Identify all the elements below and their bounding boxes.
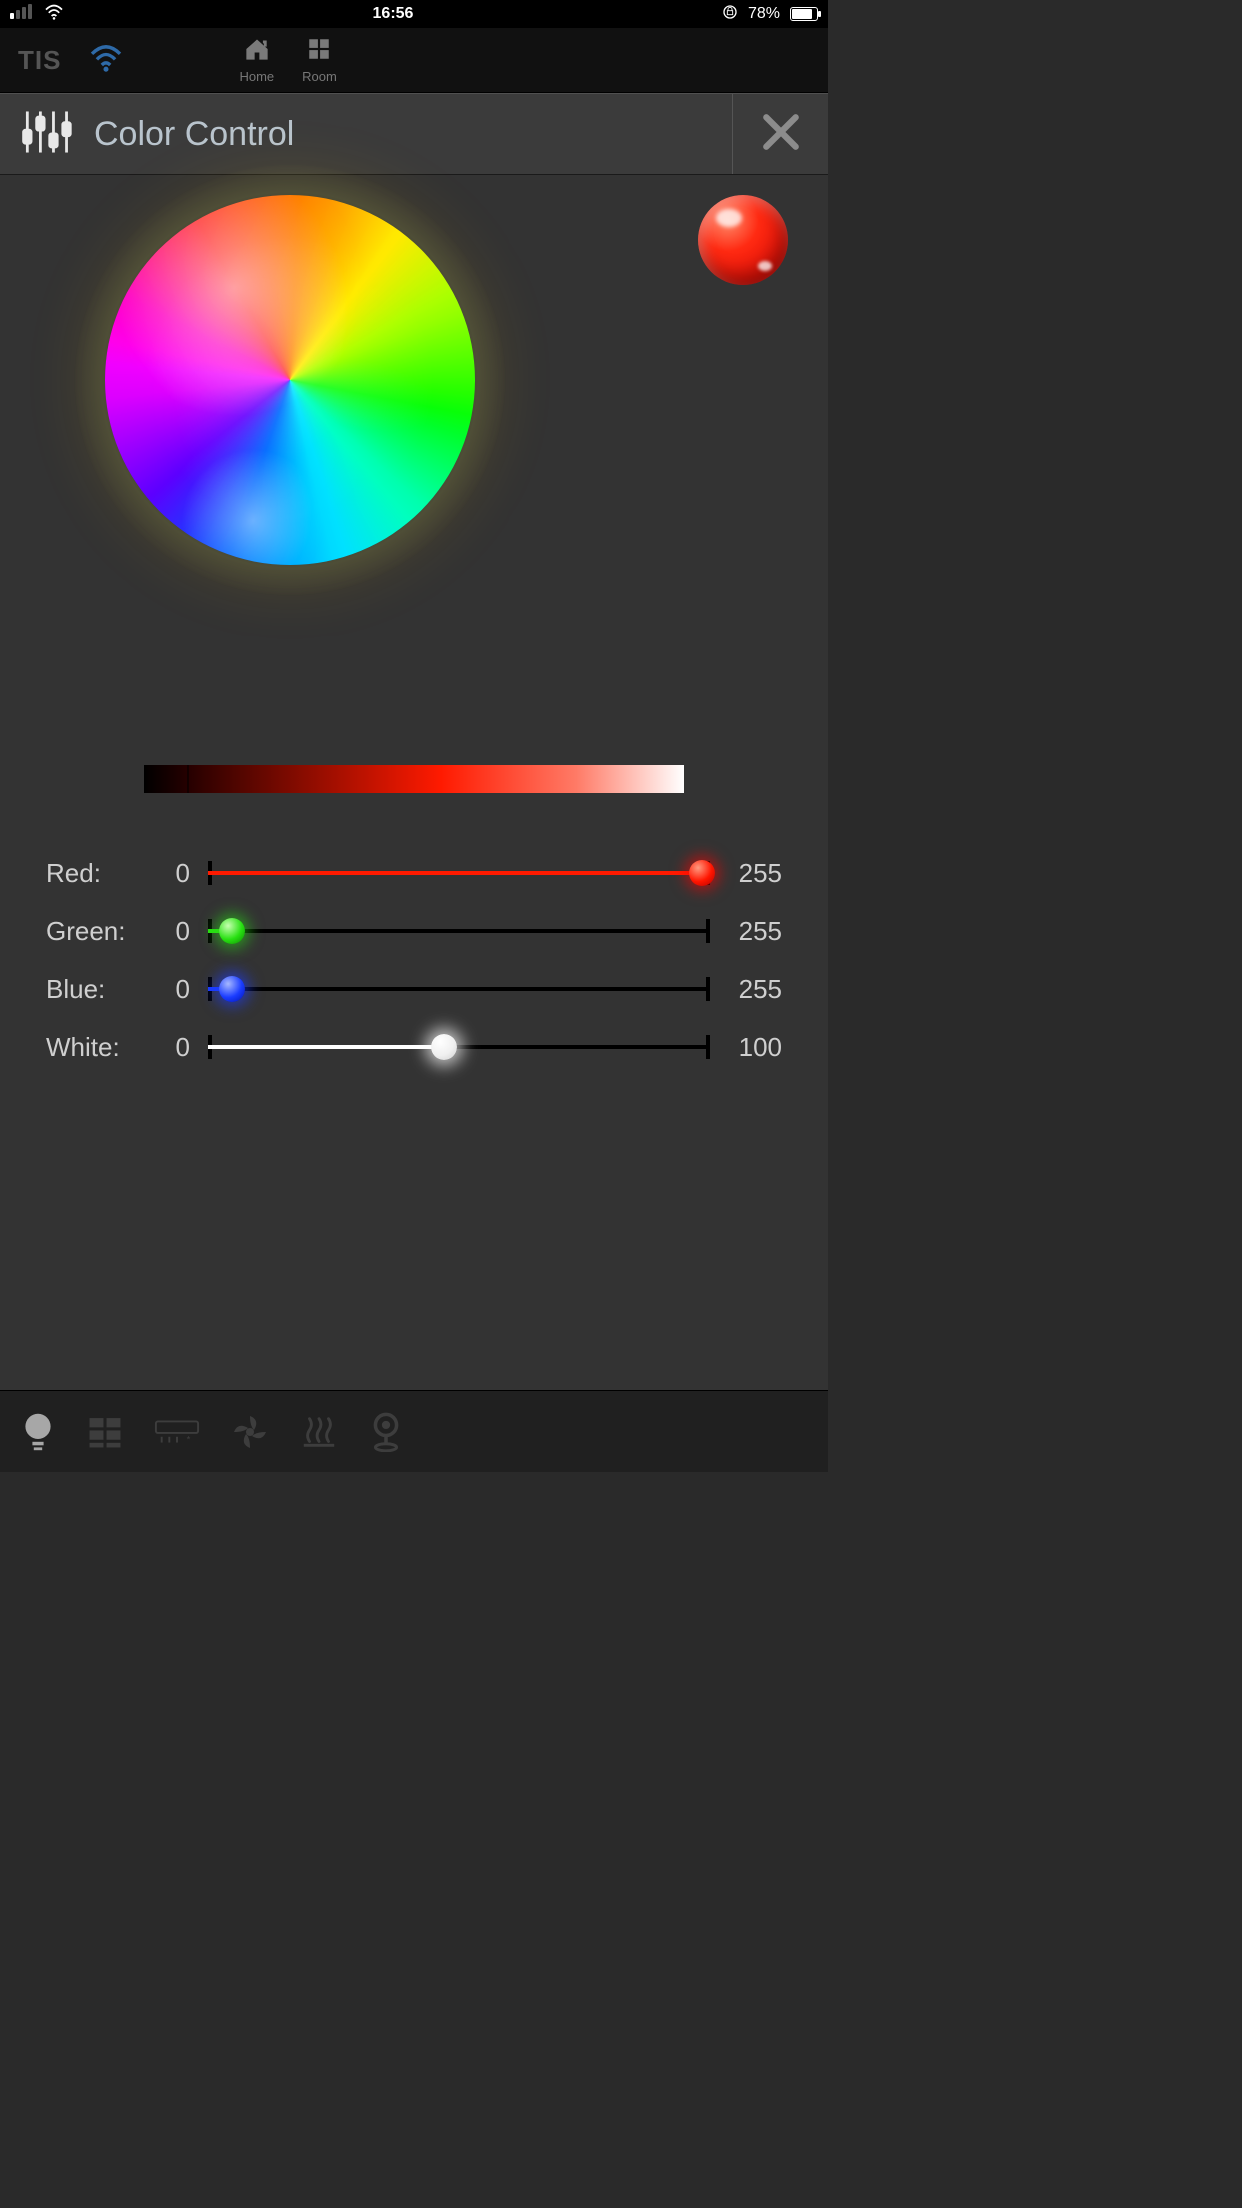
nav-home[interactable]: Home [239, 36, 274, 84]
slider-green-max: 255 [716, 916, 782, 947]
battery-icon [790, 7, 818, 21]
slider-green-min: 0 [162, 916, 202, 947]
app-logo: TIS [18, 45, 61, 76]
page-title: Color Control [94, 115, 294, 154]
slider-red[interactable] [208, 853, 710, 893]
color-wheel-area [0, 185, 828, 625]
home-icon [242, 36, 272, 67]
slider-white-max: 100 [716, 1032, 782, 1063]
svg-text:*: * [187, 1434, 191, 1445]
slider-red-min: 0 [162, 858, 202, 889]
slider-blue-row: Blue: 0 255 [46, 969, 782, 1009]
slider-green-row: Green: 0 255 [46, 911, 782, 951]
slider-red-label: Red: [46, 858, 156, 889]
nav-room[interactable]: Room [302, 36, 337, 84]
tab-heating[interactable] [300, 1413, 338, 1451]
top-nav: TIS Home Room [0, 28, 828, 93]
nav-room-label: Room [302, 69, 337, 84]
close-button[interactable] [732, 94, 828, 174]
color-preview [698, 195, 788, 285]
tab-camera[interactable] [368, 1412, 404, 1452]
wifi-icon [44, 4, 64, 25]
status-right: 78% [722, 4, 818, 25]
sliders-icon [18, 104, 74, 165]
orientation-lock-icon [722, 4, 738, 25]
slider-blue-max: 255 [716, 974, 782, 1005]
slider-blue-min: 0 [162, 974, 202, 1005]
tab-fan[interactable] [230, 1412, 270, 1452]
slider-group: Red: 0 255 Green: 0 [0, 853, 828, 1067]
screen: 16:56 78% TIS Home Room [0, 0, 828, 1472]
status-bar: 16:56 78% [0, 0, 828, 28]
slider-green-label: Green: [46, 916, 156, 947]
slider-blue-label: Blue: [46, 974, 156, 1005]
slider-red-max: 255 [716, 858, 782, 889]
slider-red-row: Red: 0 255 [46, 853, 782, 893]
grid-icon [305, 36, 333, 67]
nav-home-label: Home [239, 69, 274, 84]
status-time: 16:56 [373, 5, 414, 23]
close-icon [760, 111, 802, 158]
tab-climate[interactable]: * [154, 1416, 200, 1448]
bottom-bar: * [0, 1390, 828, 1472]
color-wheel[interactable] [105, 195, 475, 565]
slider-white-label: White: [46, 1032, 156, 1063]
slider-white[interactable] [208, 1027, 710, 1067]
tab-scenes[interactable] [86, 1415, 124, 1449]
brightness-gradient[interactable] [144, 765, 684, 793]
wifi-connection-icon[interactable] [89, 44, 123, 77]
tab-lights[interactable] [20, 1411, 56, 1453]
slider-blue[interactable] [208, 969, 710, 1009]
gradient-marker [187, 765, 189, 793]
status-left [10, 4, 64, 25]
slider-white-row: White: 0 100 [46, 1027, 782, 1067]
battery-percent: 78% [748, 5, 780, 23]
content: Red: 0 255 Green: 0 [0, 175, 828, 1390]
slider-green[interactable] [208, 911, 710, 951]
page-header: Color Control [0, 93, 828, 175]
slider-white-min: 0 [162, 1032, 202, 1063]
cell-signal-icon [10, 4, 34, 24]
